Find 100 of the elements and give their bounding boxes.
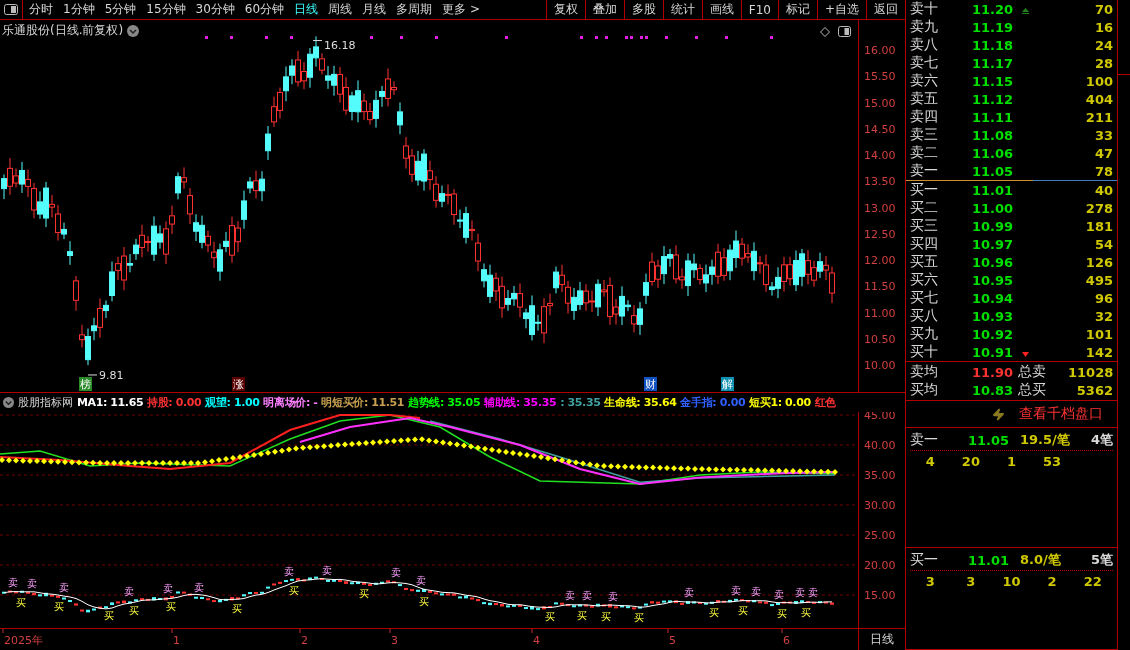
period-tab[interactable]: 30分钟: [195, 1, 235, 18]
order-size: 4: [924, 453, 936, 469]
buy-signal-label: 买: [232, 602, 242, 614]
sell-signal-label: 卖: [774, 588, 784, 600]
price-tick-label: 14.00: [864, 149, 896, 162]
indicator-name: 股朋指标网: [18, 395, 73, 410]
period-tab[interactable]: 1分钟: [63, 1, 95, 18]
bid-level-label: 买七: [910, 289, 939, 307]
period-tab[interactable]: 日线: [294, 1, 319, 18]
time-axis-label: 4: [533, 634, 540, 647]
average-price: 11.90: [972, 364, 1015, 380]
sell-signal-label: 卖: [608, 591, 618, 602]
indicator-value: 明离场价: -: [263, 395, 318, 410]
ask-level-label: 卖四: [910, 108, 939, 126]
toolbar-button[interactable]: 返回: [866, 0, 905, 19]
bid-level-label: 买八: [910, 307, 939, 325]
indicator-tick-label: 15.00: [864, 589, 896, 602]
bid-price: 10.91: [972, 344, 1015, 360]
event-tag[interactable]: 解: [721, 377, 734, 391]
ask-level-label: 卖六: [910, 72, 939, 90]
bid-price: 10.99: [972, 218, 1015, 234]
period-tab[interactable]: 60分钟: [244, 1, 285, 18]
price-tick-label: 13.00: [864, 201, 896, 215]
bid-price: 10.94: [972, 290, 1015, 306]
period-tab[interactable]: 月线: [362, 1, 387, 18]
buy-signal-label: 买: [601, 610, 611, 622]
toolbar-button[interactable]: 多股: [623, 0, 663, 19]
price-tick-label: 14.50: [864, 122, 896, 136]
indicator-value: 生命线: 35.64: [604, 395, 677, 410]
total-volume: 11028: [1068, 364, 1114, 380]
toolbar-button[interactable]: F10: [740, 0, 778, 19]
buy-signal-label: 买: [634, 611, 644, 623]
ask-price: 11.19: [972, 19, 1015, 35]
price-tick-label: 11.50: [864, 280, 896, 294]
period-tab[interactable]: 15分钟: [146, 1, 186, 18]
ask-volume: 47: [1093, 145, 1113, 161]
order-size: 20: [960, 453, 981, 469]
toolbar-button[interactable]: 统计: [662, 0, 702, 19]
period-tab[interactable]: 更多 >: [442, 1, 480, 18]
sell-signal-label: 卖: [322, 564, 332, 576]
buy-signal-label: 买: [129, 605, 139, 617]
buy-signal-label: 买: [419, 595, 429, 607]
total-label: 总买: [1018, 381, 1047, 399]
order-count: 5笔: [1090, 551, 1113, 569]
price-tick-label: 10.00: [864, 359, 896, 372]
sell-signal-label: 卖: [795, 587, 805, 598]
buy-signal-label: 买: [54, 601, 64, 613]
ask-volume: 24: [1093, 37, 1113, 53]
buy-signal-label: 买: [166, 601, 176, 613]
buy-signal-label: 买: [289, 585, 299, 597]
bid-volume: 96: [1093, 290, 1113, 306]
time-axis-label: 1: [173, 634, 180, 647]
ask-level-label: 卖九: [910, 18, 939, 36]
indicator-value: 趋势线: 35.05: [408, 395, 481, 410]
toolbar-button[interactable]: 叠加: [584, 0, 624, 19]
order-size: 10: [1001, 573, 1022, 589]
event-tag[interactable]: 财: [644, 377, 657, 391]
ask-volume: 28: [1093, 55, 1113, 71]
period-tab[interactable]: 5分钟: [104, 1, 137, 18]
indicator-tick-label: 40.00: [864, 439, 896, 452]
ask-level-label: 卖八: [910, 36, 939, 54]
sell-signal-label: 卖: [416, 575, 426, 587]
ask-level-label: 卖二: [910, 144, 939, 162]
bid-volume: 32: [1093, 308, 1113, 324]
bid-volume: 101: [1084, 326, 1113, 342]
event-tag[interactable]: 榜: [79, 377, 92, 391]
ask-price: 11.17: [972, 55, 1015, 71]
trade-level-label: 买一: [910, 551, 939, 569]
sell-signal-label: 卖: [8, 577, 18, 589]
event-tag[interactable]: 涨: [232, 377, 245, 391]
bid-price: 10.93: [972, 308, 1015, 324]
sell-signal-label: 卖: [582, 590, 592, 602]
period-tab[interactable]: 周线: [328, 1, 353, 18]
sell-signal-label: 卖: [391, 567, 401, 578]
buy-signal-label: 买: [577, 610, 587, 622]
depth-link[interactable]: 查看千档盘口: [1019, 405, 1103, 423]
indicator-tick-label: 35.00: [864, 469, 896, 482]
bid-volume: 142: [1084, 344, 1113, 360]
toolbar-button[interactable]: +自选: [816, 0, 866, 19]
toolbar-button[interactable]: 画线: [701, 0, 741, 19]
sell-signal-label: 卖: [751, 586, 761, 598]
price-tick-label: 10.50: [864, 332, 896, 346]
sell-signal-label: 卖: [565, 589, 575, 601]
toolbar-button[interactable]: 复权: [545, 0, 585, 19]
ask-volume: 100: [1084, 73, 1113, 89]
order-size: 1: [1005, 453, 1017, 469]
bid-volume: 495: [1084, 272, 1113, 288]
bid-price: 10.92: [972, 326, 1015, 342]
low-price-label: 9.81: [99, 369, 124, 382]
buy-signal-label: 买: [709, 607, 719, 619]
ask-price: 11.15: [972, 73, 1015, 89]
period-tab[interactable]: 分时: [29, 1, 53, 18]
indicator-value: 持股: 0.00: [147, 395, 202, 410]
sell-signal-label: 卖: [731, 585, 741, 597]
indicator-tick-label: 20.00: [864, 559, 896, 572]
indicator-value: 短买1: 0.00: [749, 395, 811, 410]
ask-level-label: 卖一: [910, 162, 939, 180]
ask-price: 11.20: [972, 1, 1015, 17]
period-tab[interactable]: 多周期: [396, 1, 433, 18]
toolbar-button[interactable]: 标记: [777, 0, 817, 19]
